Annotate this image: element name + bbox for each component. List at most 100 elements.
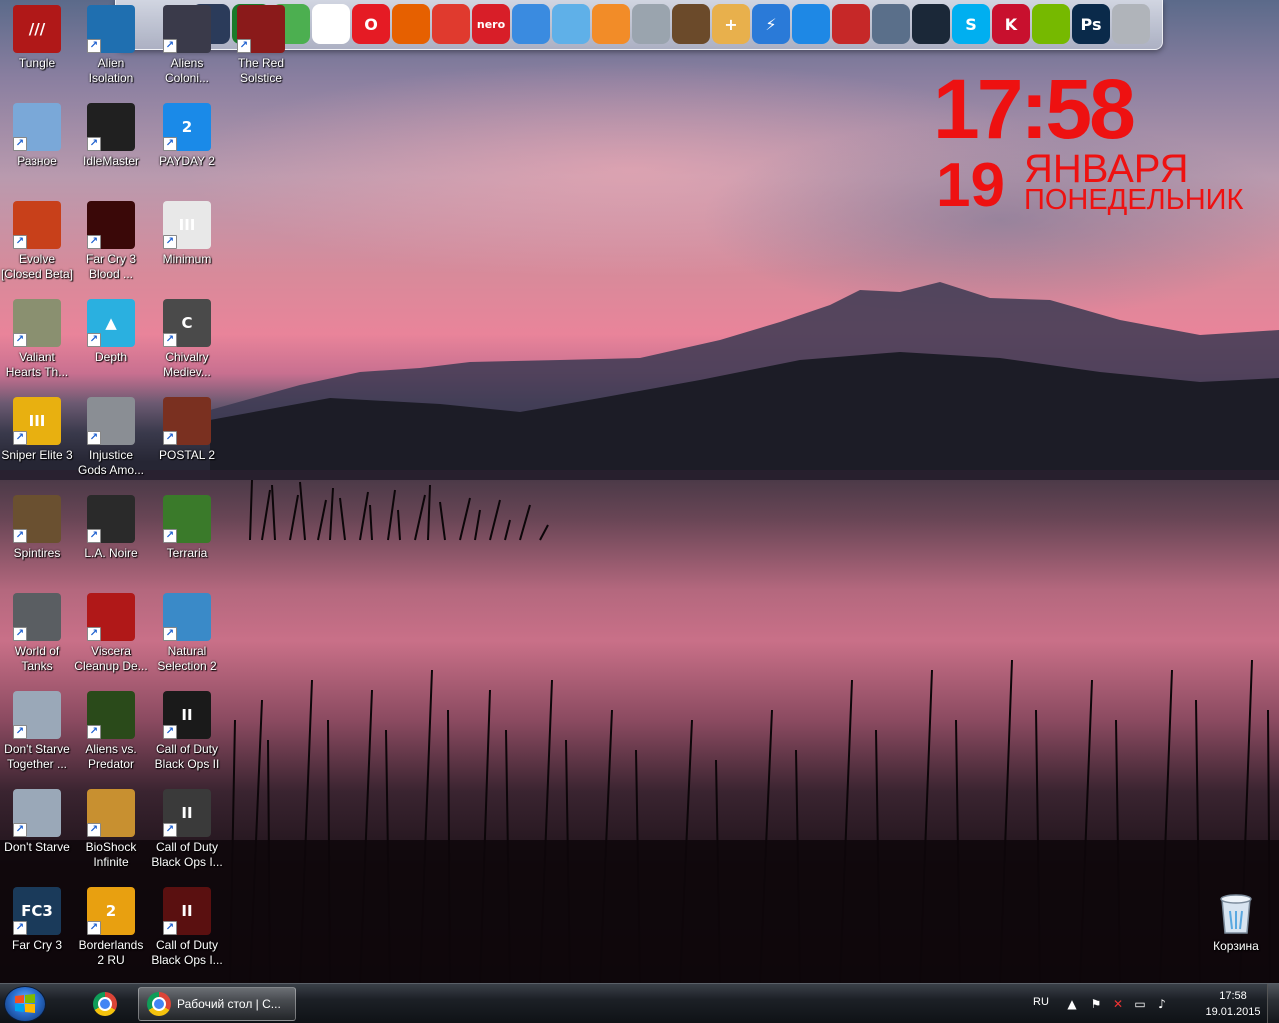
tray-clock-time[interactable]: 17:58 xyxy=(1205,990,1261,1002)
first-aid-icon[interactable]: + xyxy=(712,4,750,44)
shortcut-arrow-icon: ↗ xyxy=(163,823,177,837)
desktop-icon-cod-black-ops-b[interactable]: II ↗ Call of Duty Black Ops I... xyxy=(150,887,224,968)
desktop-icon-label: Aliens Coloni... xyxy=(164,56,210,85)
network-icon[interactable]: ▭ xyxy=(1133,997,1147,1011)
nero-icon[interactable]: nero xyxy=(472,4,510,44)
desktop-icon-postal-2[interactable]: ↗ POSTAL 2 xyxy=(150,397,224,463)
desktop-icon-bioshock-infinite[interactable]: ↗ BioShock Infinite xyxy=(74,789,148,870)
steam-icon[interactable] xyxy=(912,4,950,44)
depth-icon: ▲ ↗ xyxy=(87,299,135,347)
desktop-icon-depth[interactable]: ▲ ↗ Depth xyxy=(74,299,148,365)
taskbar: Рабочий стол | С... RU ▲ ⚑ ✕ ▭ ♪ 17:58 1… xyxy=(0,983,1279,1023)
desktop-icon-label: Far Cry 3 xyxy=(11,938,62,952)
taskbar-chrome-window[interactable]: Рабочий стол | С... xyxy=(138,987,296,1021)
desktop-icon-label: Natural Selection 2 xyxy=(157,644,217,673)
desktop-icon-sniper-elite-3[interactable]: III ↗ Sniper Elite 3 xyxy=(0,397,74,463)
desktop-icon-natural-selection-2[interactable]: ↗ Natural Selection 2 xyxy=(150,593,224,674)
desktop-icon-chivalry[interactable]: C ↗ Chivalry Mediev... xyxy=(150,299,224,380)
desktop-icon-label: Call of Duty Black Ops I... xyxy=(151,840,223,869)
desktop-icon-label: Alien Isolation xyxy=(88,56,134,85)
desktop-icon-alien-isolation[interactable]: ↗ Alien Isolation xyxy=(74,5,148,86)
borderlands-2-icon: 2 ↗ xyxy=(87,887,135,935)
desktop-icon-dont-starve-together[interactable]: ↗ Don't Starve Together ... xyxy=(0,691,74,772)
desktop-icon-dont-starve[interactable]: ↗ Don't Starve xyxy=(0,789,74,855)
lightning-icon[interactable]: ⚡ xyxy=(752,4,790,44)
desktop-icon-aliens-vs-predator[interactable]: ↗ Aliens vs. Predator xyxy=(74,691,148,772)
desktop-icon-label: IdleMaster xyxy=(82,154,140,168)
desktop-icon-idlemaster[interactable]: ↗ IdleMaster xyxy=(74,103,148,169)
desktop-icon-raznoe[interactable]: ↗ Разное xyxy=(0,103,74,169)
start-button[interactable] xyxy=(4,986,46,1022)
aliens-colonial-icon: ↗ xyxy=(163,5,211,53)
teamspeak-icon[interactable] xyxy=(872,4,910,44)
desktop-icon-aliens-colonial[interactable]: ↗ Aliens Coloni... xyxy=(150,5,224,86)
desktop-icon-far-cry-3[interactable]: FC3 ↗ Far Cry 3 xyxy=(0,887,74,953)
icon-glyph: II xyxy=(181,804,193,822)
tray-clock-date[interactable]: 19.01.2015 xyxy=(1201,1006,1265,1018)
desktop-icon-viscera-cleanup[interactable]: ↗ Viscera Cleanup De... xyxy=(74,593,148,674)
eye-icon[interactable] xyxy=(592,4,630,44)
desktop-icon-valiant-hearts[interactable]: ↗ Valiant Hearts Th... xyxy=(0,299,74,380)
desktop-icon-la-noire[interactable]: ↗ L.A. Noire xyxy=(74,495,148,561)
desktop-icon-borderlands-2[interactable]: 2 ↗ Borderlands 2 RU xyxy=(74,887,148,968)
desktop-icon-recycle-bin[interactable]: Корзина xyxy=(1199,888,1273,954)
bioshock-infinite-icon: ↗ xyxy=(87,789,135,837)
desktop-icon-label: Aliens vs. Predator xyxy=(85,742,137,771)
icon-glyph: III xyxy=(28,412,46,430)
taskbar-window-title: Рабочий стол | С... xyxy=(177,997,281,1011)
cod-black-ops-a-icon: II ↗ xyxy=(163,789,211,837)
security-alert-icon[interactable]: ✕ xyxy=(1111,997,1125,1011)
desktop-icon-world-of-tanks[interactable]: ↗ World of Tanks xyxy=(0,593,74,674)
icon-glyph: 2 xyxy=(181,118,193,136)
desktop-icon-the-red-solstice[interactable]: ↗ The Red Solstice xyxy=(224,5,298,86)
show-hidden-icons-icon[interactable]: ▲ xyxy=(1065,997,1079,1011)
desktop-icon-minimum[interactable]: III ↗ Minimum xyxy=(150,201,224,267)
desktop-icon-cod-black-ops-2[interactable]: II ↗ Call of Duty Black Ops II xyxy=(150,691,224,772)
photo-icon[interactable] xyxy=(552,4,590,44)
shortcut-arrow-icon: ↗ xyxy=(13,921,27,935)
ccleaner-brush-icon[interactable] xyxy=(432,4,470,44)
disk-stack-icon[interactable] xyxy=(632,4,670,44)
volume-icon[interactable]: ♪ xyxy=(1155,997,1169,1011)
chrome-icon[interactable] xyxy=(312,4,350,44)
desktop-icon-label: Minimum xyxy=(162,252,212,266)
chrome-icon xyxy=(147,992,171,1016)
raznoe-icon: ↗ xyxy=(13,103,61,151)
minimum-icon: III ↗ xyxy=(163,201,211,249)
action-center-flag-icon[interactable]: ⚑ xyxy=(1089,997,1103,1011)
desktop-icon-cod-black-ops-a[interactable]: II ↗ Call of Duty Black Ops I... xyxy=(150,789,224,870)
desktop-icon-spintires[interactable]: ↗ Spintires xyxy=(0,495,74,561)
taskbar-chrome-pinned[interactable] xyxy=(76,987,134,1021)
desktop-icon-label: PAYDAY 2 xyxy=(159,154,215,168)
nvidia-icon[interactable] xyxy=(1032,4,1070,44)
desktop-icon-injustice[interactable]: ↗ Injustice Gods Amo... xyxy=(74,397,148,478)
desktop-icon-label: POSTAL 2 xyxy=(158,448,216,462)
gamepad-icon[interactable] xyxy=(1112,4,1150,44)
desktop-icon-tungle[interactable]: /// Tungle xyxy=(0,5,74,71)
show-desktop-button[interactable] xyxy=(1267,984,1279,1023)
color-ball-icon[interactable] xyxy=(792,4,830,44)
desktop-icon-label: Borderlands 2 RU xyxy=(78,938,144,967)
crescent-icon[interactable] xyxy=(512,4,550,44)
desktop-icon-terraria[interactable]: ↗ Terraria xyxy=(150,495,224,561)
kaspersky-icon[interactable]: K xyxy=(992,4,1030,44)
natural-selection-2-icon: ↗ xyxy=(163,593,211,641)
language-indicator[interactable]: RU xyxy=(1033,996,1049,1008)
photoshop-icon[interactable]: Ps xyxy=(1072,4,1110,44)
desktop-icon-payday-2[interactable]: 2 ↗ PAYDAY 2 xyxy=(150,103,224,169)
maple-leaf-icon[interactable] xyxy=(832,4,870,44)
clock-widget-time: 17:58 xyxy=(933,62,1136,156)
desktop-icon-label: Terraria xyxy=(166,546,208,560)
firefox-icon[interactable] xyxy=(392,4,430,44)
shortcut-arrow-icon: ↗ xyxy=(87,235,101,249)
desktop-icon-far-cry-3-blood-dragon[interactable]: ↗ Far Cry 3 Blood ... xyxy=(74,201,148,282)
icon-glyph: C xyxy=(181,314,193,332)
la-noire-icon: ↗ xyxy=(87,495,135,543)
skype-icon[interactable]: S xyxy=(952,4,990,44)
windows-logo-icon xyxy=(15,994,35,1013)
archive-icon[interactable] xyxy=(672,4,710,44)
shortcut-arrow-icon: ↗ xyxy=(163,431,177,445)
desktop-icon-evolve[interactable]: ↗ Evolve [Closed Beta] xyxy=(0,201,74,282)
opera-icon[interactable]: O xyxy=(352,4,390,44)
recycle-bin-icon xyxy=(1212,888,1260,936)
